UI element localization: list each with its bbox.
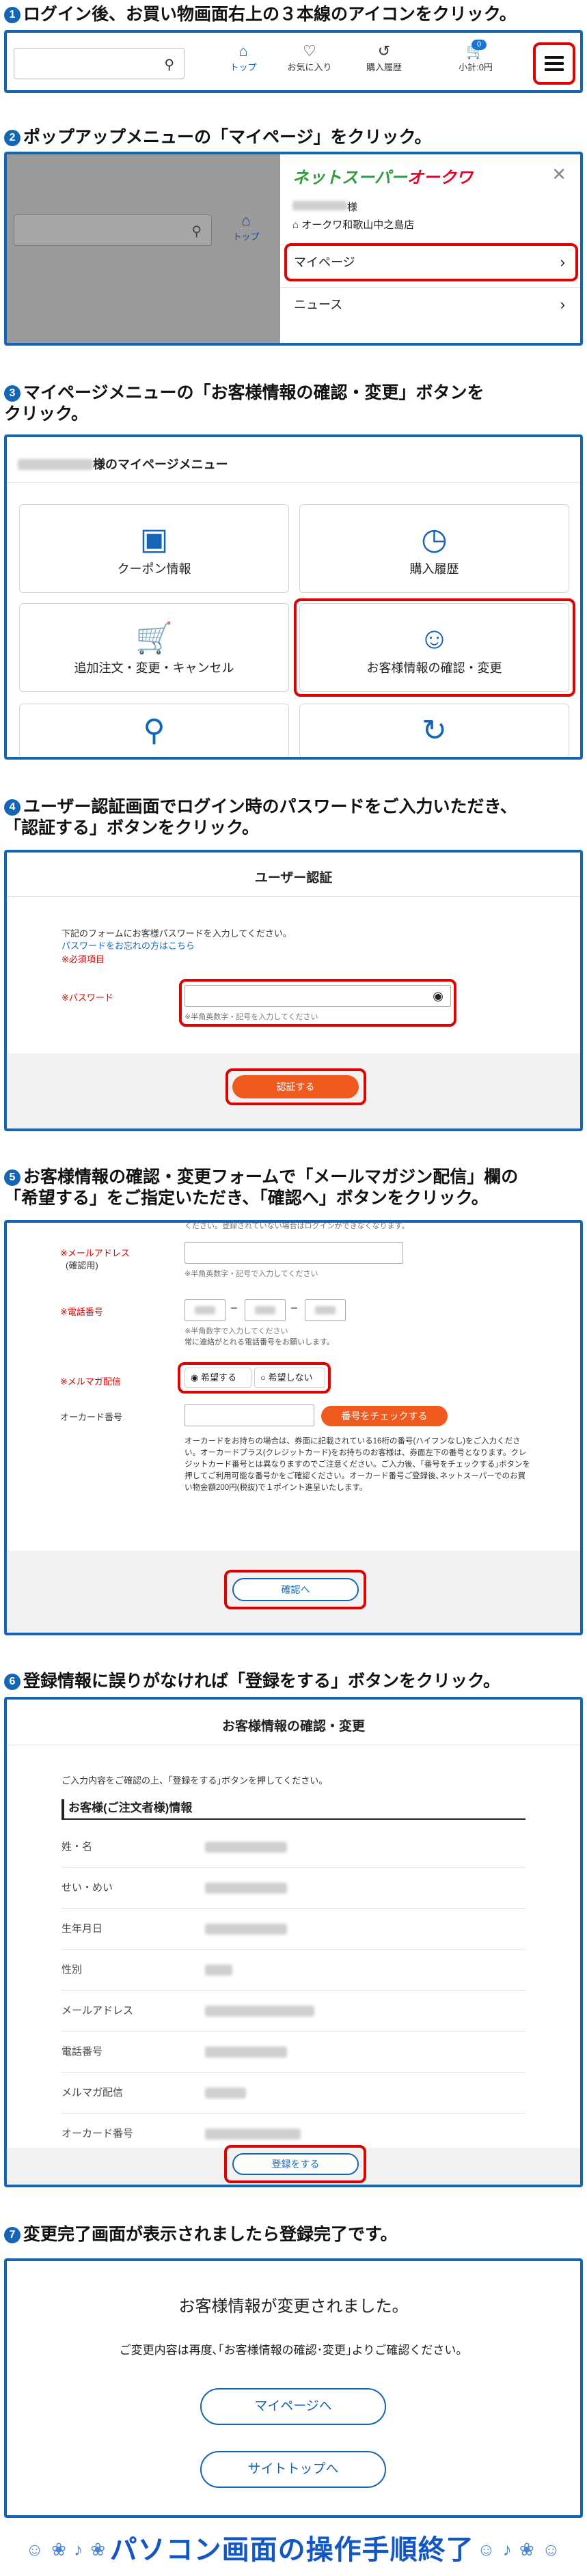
phone-hint: ※半角数字で入力してください	[185, 1327, 288, 1335]
auth-intro: 下記のフォームにお客様パスワードを入力してください。	[62, 928, 292, 939]
highlight-mypage	[284, 243, 578, 281]
tile-coupon[interactable]: ▣ クーポン情報	[19, 504, 289, 593]
highlight-authenticate	[226, 1068, 366, 1105]
nav-favorites[interactable]: ♡ お気に入り	[282, 42, 337, 73]
map-pin-icon: ⚲	[143, 714, 165, 747]
review-row: 性別	[62, 1950, 525, 1991]
search-icon[interactable]: ⚲	[164, 56, 174, 73]
review-row: 電話番号	[62, 2032, 525, 2073]
tile-on[interactable]: ↻	[299, 704, 569, 757]
step-4-heading: 4 ユーザー認証画面でログイン時のパスワードをご入力いただき、 「認証する」ボタン…	[4, 797, 517, 837]
user-name: 様	[292, 199, 357, 214]
cart-plus-icon: 🛒	[135, 622, 173, 655]
store-name: ⌂ オークワ和歌山中之島店	[292, 219, 415, 231]
heart-icon: ♡	[303, 42, 316, 59]
home-icon: ⌂	[241, 212, 251, 229]
step-1-heading: 1 ログイン後、お買い物画面右上の３本線のアイコンをクリック。	[4, 4, 585, 25]
on-icon: ↻	[422, 714, 447, 747]
highlight-password	[179, 979, 456, 1027]
hamburger-icon[interactable]	[536, 46, 572, 81]
step-7-screenshot: お客様情報が変更されました。 ご変更内容は再度､｢お客様情報の確認･変更｣よりご…	[4, 2258, 583, 2518]
review-intro: ご入力内容をご確認の上、｢登録をする｣ボタンを押してください。	[62, 1775, 328, 1786]
cart-count-badge: 0	[472, 40, 487, 50]
history-icon: ↺	[377, 42, 391, 59]
end-banner: ☺ ❀ ♪ ❀ パソコン画面の操作手順終了 ☺ ♪ ❀ ☺	[0, 2524, 587, 2576]
review-row: 姓・名	[62, 1827, 525, 1868]
phone-field-2[interactable]	[245, 1299, 286, 1321]
review-row: メールアドレス	[62, 1991, 525, 2032]
nav-cart[interactable]: 🛒 0 小計:0円	[448, 40, 503, 73]
step-2-screenshot: ⚲ ⌂ トップ ネットスーパーオークワ ✕ 様 ⌂ オークワ和歌山中之島店 マイ…	[4, 152, 583, 346]
menu-item-news[interactable]: ニュース ›	[280, 287, 580, 321]
tile-purchase-history[interactable]: ◷ 購入履歴	[299, 504, 569, 593]
step-1-screenshot: ⚲ ⌂ トップ ♡ お気に入り ↺ 購入履歴 🛒 0 小計:0円	[4, 30, 583, 93]
dim-top-nav: ⌂ トップ	[226, 212, 267, 243]
nav-top[interactable]: ⌂ トップ	[224, 42, 262, 73]
step-3-screenshot: 様のマイページメニュー ▣ クーポン情報 ◷ 購入履歴 🛒 追加注文・変更・キャ…	[4, 434, 583, 760]
review-row: 生年月日	[62, 1909, 525, 1950]
history-icon: ◷	[421, 523, 448, 556]
step-3-heading: 3 マイページメニューの「お客様情報の確認・変更」ボタンを クリック。	[4, 383, 484, 424]
forgot-password-link[interactable]: パスワードをお忘れの方はこちら	[62, 939, 195, 952]
step-7-heading: 7 変更完了画面が表示されましたら登録完了です。	[4, 2224, 585, 2245]
tile-order-changes[interactable]: 🛒 追加注文・変更・キャンセル	[19, 603, 289, 692]
review-section-heading: お客様(ご注文者様)情報	[62, 1799, 525, 1820]
card-note: オーカードをお持ちの場合は、券面に記載されている16桁の番号(ハイフンなし)をご…	[185, 1437, 530, 1492]
mypage-heading: 様のマイページメニュー	[18, 455, 228, 473]
phone-field-3[interactable]	[305, 1299, 346, 1321]
highlight-newsletter	[178, 1362, 331, 1394]
tile-location[interactable]: ⚲	[19, 704, 289, 757]
dimmed-background: ⚲ ⌂ トップ	[7, 154, 280, 343]
search-input[interactable]: ⚲	[14, 48, 185, 79]
end-banner-text: パソコン画面の操作手順終了	[109, 2535, 474, 2565]
step-5-heading: 5 お客様情報の確認・変更フォームで「メールマガジン配信」欄の 「希望する」をご指…	[4, 1167, 519, 1208]
nav-history[interactable]: ↺ 購入履歴	[358, 42, 410, 73]
search-icon: ⚲	[191, 224, 202, 239]
highlight-register	[224, 2145, 366, 2183]
form-top-note: ください。登録されていない場合はログインができなくなります。	[185, 1222, 409, 1230]
review-title: お客様情報の確認・変更	[221, 1719, 365, 1734]
mypage-button[interactable]: マイページへ	[200, 2388, 386, 2425]
phone-field-1[interactable]	[185, 1299, 226, 1321]
email-sublabel: (確認用)	[66, 1260, 98, 1271]
home-icon: ⌂	[238, 42, 248, 59]
step-4-screenshot: ユーザー認証 下記のフォームにお客様パスワードを入力してください。 パスワードを…	[4, 850, 583, 1131]
brand-logo: ネットスーパーオークワ	[292, 169, 473, 187]
review-row: メルマガ配信	[62, 2073, 525, 2114]
card-number-field[interactable]	[185, 1404, 314, 1426]
decoration-icons: ☺ ♪ ❀ ☺	[477, 2539, 562, 2560]
card-label: オーカード番号	[60, 1412, 123, 1422]
phone-label: ※電話番号	[60, 1307, 103, 1317]
password-label: ※パスワード	[62, 993, 113, 1003]
site-top-button[interactable]: サイトトップへ	[200, 2451, 386, 2488]
chevron-right-icon: ›	[560, 296, 565, 313]
highlight-customer-info	[294, 598, 575, 697]
close-icon[interactable]: ✕	[551, 164, 566, 185]
auth-title: ユーザー認証	[254, 871, 333, 885]
step-5-screenshot: ください。登録されていない場合はログインができなくなります。 ※メールアドレス …	[4, 1220, 583, 1635]
newsletter-label: ※メルマガ配信	[60, 1376, 121, 1387]
required-note: ※必須項目	[62, 954, 105, 965]
step-6-heading: 6 登録情報に誤りがなければ「登録をする」ボタンをクリック。	[4, 1671, 585, 1692]
highlight-confirm	[224, 1570, 366, 1609]
step-2-heading: 2 ポップアップメニューの「マイページ」をクリック。	[4, 127, 585, 148]
popup-menu: ネットスーパーオークワ ✕ 様 ⌂ オークワ和歌山中之島店 マイページ › ニュ…	[280, 154, 580, 343]
email-label: ※メールアドレス	[60, 1248, 130, 1258]
email-hint: ※半角英数字・記号で入力してください	[185, 1270, 318, 1278]
done-message: お客様情報が変更されました。	[178, 2297, 409, 2316]
decoration-icons: ☺ ❀ ♪ ❀	[25, 2539, 107, 2560]
email-confirm-field[interactable]	[185, 1242, 403, 1264]
coupon-icon: ▣	[139, 523, 169, 556]
step-6-screenshot: お客様情報の確認・変更 ご入力内容をご確認の上、｢登録をする｣ボタンを押してくだ…	[4, 1697, 583, 2187]
review-row: せい・めい	[62, 1868, 525, 1909]
phone-hint-2: 常に連絡がとれる電話番号をお願いします。	[185, 1338, 334, 1346]
store-icon: ⌂	[292, 219, 299, 231]
check-card-button[interactable]: 番号をチェックする	[321, 1406, 448, 1426]
done-note: ご変更内容は再度､｢お客様情報の確認･変更｣よりご確認ください。	[119, 2344, 468, 2357]
